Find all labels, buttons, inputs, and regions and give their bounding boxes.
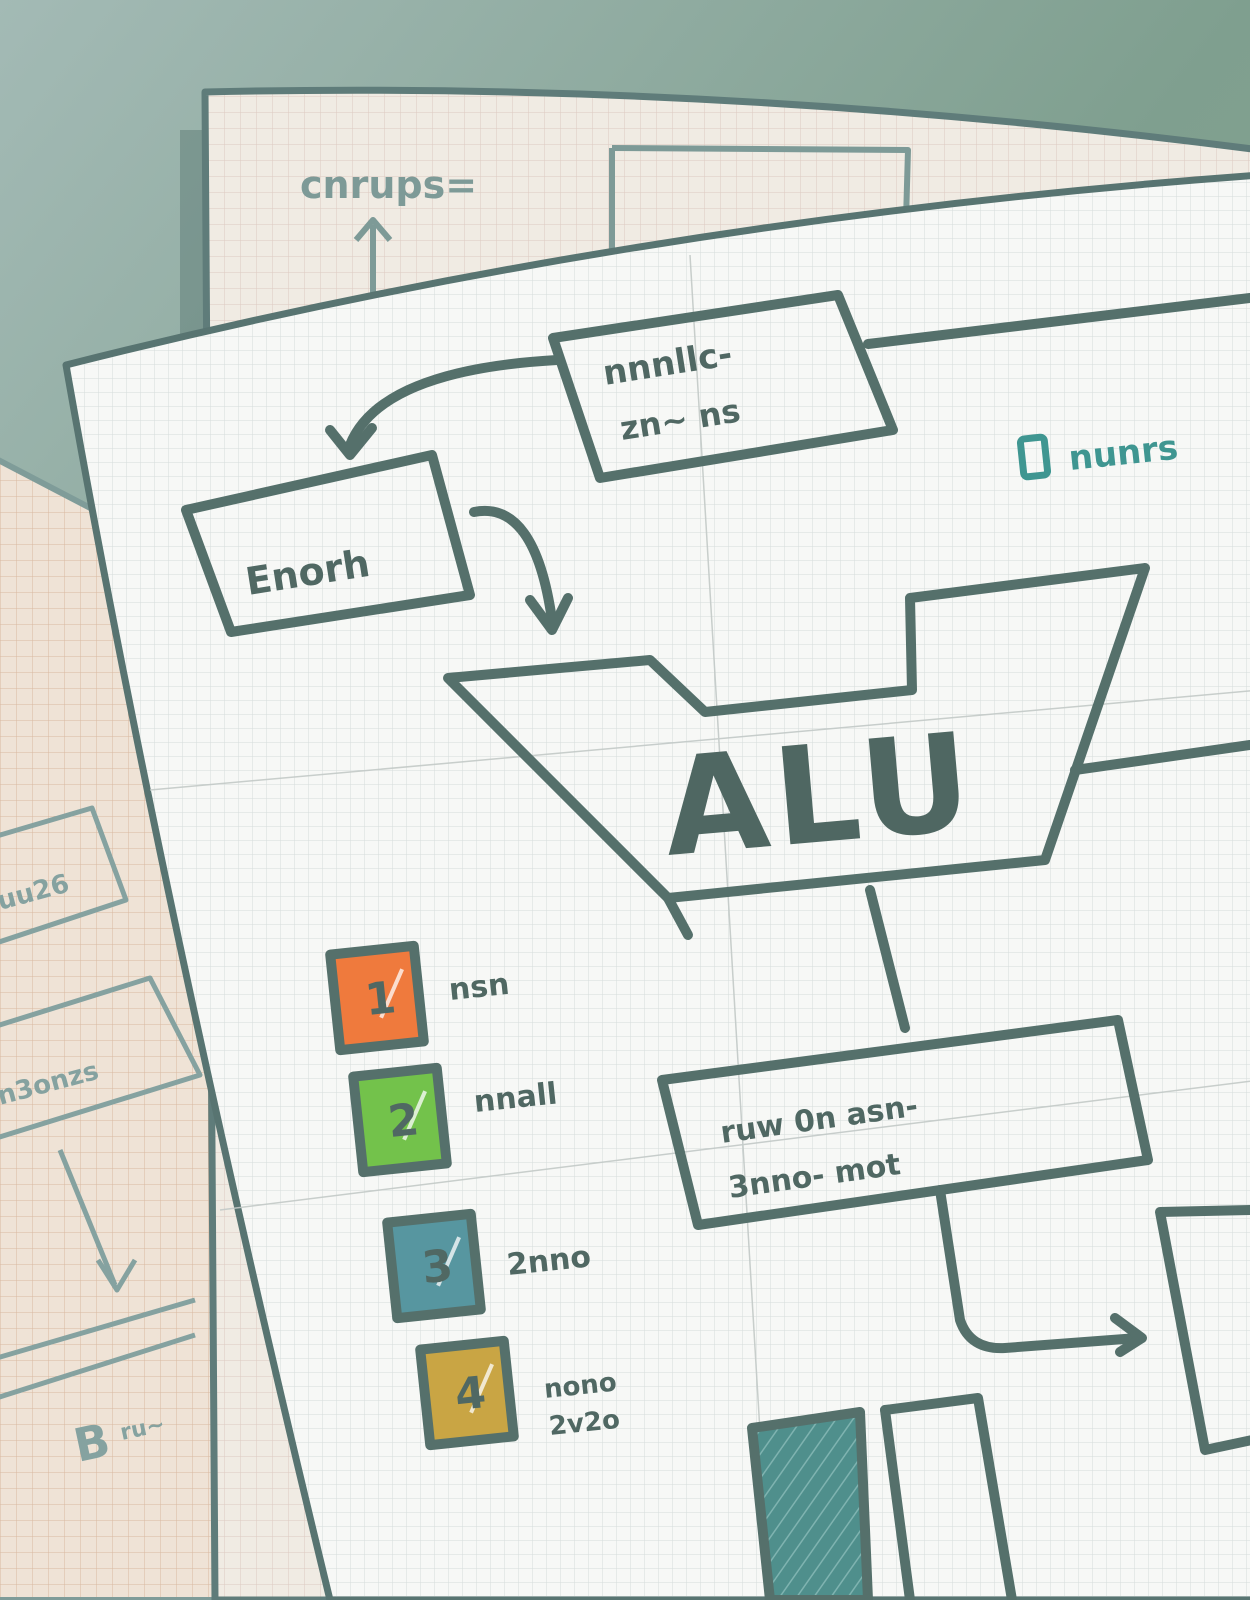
alu-label: ALU <box>657 703 983 887</box>
illustration-stage: uu26 n3onzs B ru~ cnrups= nnnllc- zn~ ns… <box>0 0 1250 1600</box>
diagram-illustration: uu26 n3onzs B ru~ cnrups= nnnllc- zn~ ns… <box>0 0 1250 1600</box>
svg-text:nsn: nsn <box>447 967 511 1008</box>
legend-number-4: 4 <box>453 1367 489 1421</box>
svg-text:cnrups=: cnrups= <box>300 163 477 207</box>
hatched-bar <box>747 1407 873 1600</box>
legend-number-1: 1 <box>363 972 399 1026</box>
legend-number-3: 3 <box>420 1240 456 1294</box>
legend-number-2: 2 <box>386 1094 422 1148</box>
